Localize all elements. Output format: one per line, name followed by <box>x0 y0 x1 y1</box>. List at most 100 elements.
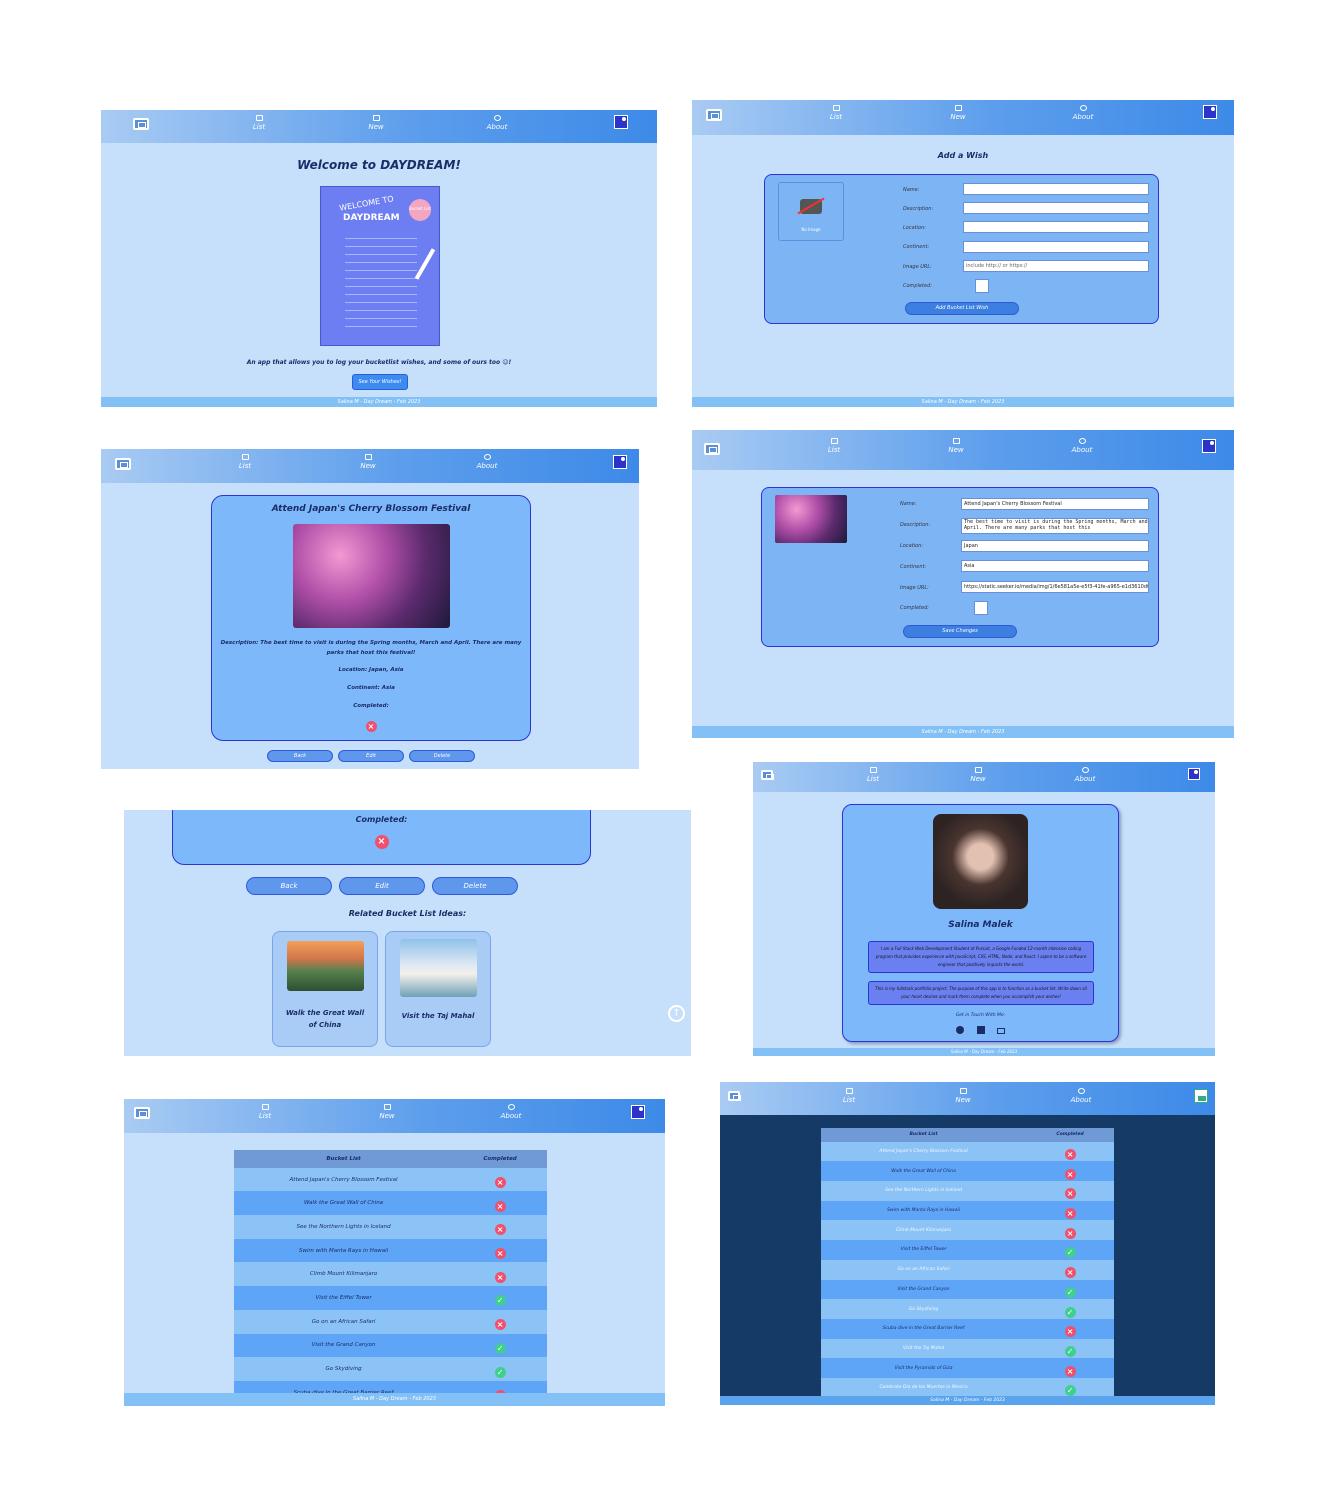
table-row[interactable]: Visit the Grand Canyon ✓ <box>234 1333 547 1358</box>
location-input[interactable] <box>963 221 1149 233</box>
wish-name-link[interactable]: Climb Mount Kilimanjaro <box>821 1220 1026 1240</box>
github-icon[interactable] <box>956 1026 965 1034</box>
nav-list[interactable]: List <box>215 454 275 470</box>
back-button[interactable]: Back <box>246 877 332 895</box>
theme-toggle[interactable] <box>631 1105 645 1119</box>
nav-new[interactable]: New <box>926 438 986 454</box>
name-input[interactable]: Attend Japan's Cherry Blossom Festival <box>961 498 1149 510</box>
nav-list[interactable]: List <box>819 1088 879 1104</box>
description-input[interactable] <box>963 202 1149 214</box>
table-row[interactable]: Go on an African Safari × <box>821 1259 1114 1280</box>
table-row[interactable]: Attend Japan's Cherry Blossom Festival × <box>821 1141 1114 1162</box>
app-logo-icon[interactable] <box>728 1091 741 1101</box>
wish-name-link[interactable]: See the Northern Lights in Iceland <box>821 1181 1026 1201</box>
wish-name-link[interactable]: See the Northern Lights in Iceland <box>234 1215 453 1239</box>
image-url-input[interactable]: include http:// or https:// <box>963 260 1149 272</box>
app-logo-icon[interactable] <box>704 443 720 455</box>
image-url-input[interactable]: https://static.seeker.io/media/img/1/6e5… <box>961 581 1149 593</box>
save-changes-button[interactable]: Save Changes <box>903 625 1017 638</box>
wish-name-link[interactable]: Attend Japan's Cherry Blossom Festival <box>821 1142 1026 1162</box>
name-input[interactable] <box>963 183 1149 195</box>
wish-name-link[interactable]: Swim with Manta Rays in Hawaii <box>234 1239 453 1263</box>
app-logo-icon[interactable] <box>134 1107 150 1119</box>
nav-about[interactable]: About <box>1055 767 1115 783</box>
completed-checkbox[interactable] <box>974 601 988 615</box>
table-row[interactable]: Visit the Grand Canyon ✓ <box>821 1279 1114 1300</box>
wish-name-link[interactable]: Go on an African Safari <box>821 1260 1026 1280</box>
nav-about[interactable]: About <box>467 115 527 131</box>
table-row[interactable]: Visit the Pyramids of Giza × <box>821 1358 1114 1378</box>
table-row[interactable]: Visit the Taj Mahal ✓ <box>821 1338 1114 1359</box>
table-row[interactable]: Climb Mount Kilimanjaro × <box>821 1220 1114 1241</box>
delete-button[interactable]: Delete <box>432 877 518 895</box>
theme-toggle[interactable] <box>1203 105 1217 119</box>
nav-new[interactable]: New <box>928 105 988 121</box>
nav-about[interactable]: About <box>1053 105 1113 121</box>
table-row[interactable]: Swim with Manta Rays in Hawaii × <box>821 1200 1114 1221</box>
wish-name-link[interactable]: Visit the Eiffel Tower <box>821 1240 1026 1260</box>
continent-input[interactable]: Asia <box>961 560 1149 572</box>
nav-list[interactable]: List <box>806 105 866 121</box>
linkedin-icon[interactable] <box>976 1026 985 1034</box>
nav-new[interactable]: New <box>338 454 398 470</box>
wish-name-link[interactable]: Climb Mount Kilimanjaro <box>234 1262 453 1286</box>
theme-toggle[interactable] <box>614 115 628 129</box>
nav-new[interactable]: New <box>948 767 1008 783</box>
wish-name-link[interactable]: Go Skydiving <box>821 1299 1026 1319</box>
app-logo-icon[interactable] <box>761 770 774 780</box>
theme-toggle[interactable] <box>1188 768 1200 780</box>
table-row[interactable]: Attend Japan's Cherry Blossom Festival × <box>234 1167 547 1192</box>
nav-list[interactable]: List <box>804 438 864 454</box>
related-card[interactable]: Walk the Great Wall of China <box>272 931 378 1047</box>
theme-toggle[interactable] <box>1202 439 1216 453</box>
table-row[interactable]: See the Northern Lights in Iceland × <box>821 1181 1114 1201</box>
wish-name-link[interactable]: Visit the Grand Canyon <box>234 1334 453 1358</box>
nav-list[interactable]: List <box>235 1104 295 1120</box>
app-logo-icon[interactable] <box>706 109 722 121</box>
wish-name-link[interactable]: Celebrate Día de los Muertos in Mexico <box>821 1378 1026 1398</box>
wish-name-link[interactable]: Go Skydiving <box>234 1357 453 1381</box>
wish-name-link[interactable]: Go on an African Safari <box>234 1310 453 1334</box>
nav-about[interactable]: About <box>1052 438 1112 454</box>
table-row[interactable]: Swim with Manta Rays in Hawaii × <box>234 1238 547 1263</box>
delete-button[interactable]: Delete <box>409 750 475 762</box>
edit-button[interactable]: Edit <box>338 750 404 762</box>
table-row[interactable]: Go Skydiving ✓ <box>234 1357 547 1381</box>
nav-list[interactable]: List <box>843 767 903 783</box>
table-row[interactable]: Celebrate Día de los Muertos in Mexico ✓ <box>821 1377 1114 1398</box>
edit-button[interactable]: Edit <box>339 877 425 895</box>
app-logo-icon[interactable] <box>133 118 149 130</box>
completed-checkbox[interactable] <box>975 279 989 293</box>
table-row[interactable]: Go on an African Safari × <box>234 1309 547 1334</box>
see-wishes-button[interactable]: See Your Wishes! <box>352 374 408 390</box>
wish-name-link[interactable]: Visit the Eiffel Tower <box>234 1286 453 1310</box>
table-row[interactable]: Visit the Eiffel Tower ✓ <box>234 1286 547 1310</box>
nav-about[interactable]: About <box>481 1104 541 1120</box>
wish-name-link[interactable]: Walk the Great Wall of China <box>234 1191 453 1215</box>
scroll-top-button[interactable]: ↑ <box>668 1005 685 1022</box>
app-logo-icon[interactable] <box>115 458 131 470</box>
location-input[interactable]: Japan <box>961 540 1149 552</box>
continent-input[interactable] <box>963 241 1149 253</box>
nav-new[interactable]: New <box>357 1104 417 1120</box>
theme-toggle[interactable] <box>1194 1089 1208 1103</box>
table-row[interactable]: Scuba dive in the Great Barrier Reef × <box>821 1318 1114 1339</box>
add-wish-button[interactable]: Add Bucket List Wish <box>905 302 1019 315</box>
wish-name-link[interactable]: Visit the Pyramids of Giza <box>821 1358 1026 1378</box>
table-row[interactable]: Visit the Eiffel Tower ✓ <box>821 1240 1114 1260</box>
wish-name-link[interactable]: Swim with Manta Rays in Hawaii <box>821 1201 1026 1221</box>
nav-list[interactable]: List <box>229 115 289 131</box>
table-row[interactable]: Climb Mount Kilimanjaro × <box>234 1262 547 1287</box>
nav-new[interactable]: New <box>346 115 406 131</box>
back-button[interactable]: Back <box>267 750 333 762</box>
table-row[interactable]: See the Northern Lights in Iceland × <box>234 1215 547 1239</box>
wish-name-link[interactable]: Walk the Great Wall of China <box>821 1161 1026 1181</box>
table-row[interactable]: Go Skydiving ✓ <box>821 1299 1114 1319</box>
wish-name-link[interactable]: Scuba dive in the Great Barrier Reef <box>821 1319 1026 1339</box>
nav-about[interactable]: About <box>1051 1088 1111 1104</box>
table-row[interactable]: Walk the Great Wall of China × <box>821 1161 1114 1182</box>
wish-name-link[interactable]: Attend Japan's Cherry Blossom Festival <box>234 1168 453 1192</box>
nav-new[interactable]: New <box>933 1088 993 1104</box>
related-card[interactable]: Visit the Taj Mahal <box>385 931 491 1047</box>
table-row[interactable]: Walk the Great Wall of China × <box>234 1191 547 1216</box>
